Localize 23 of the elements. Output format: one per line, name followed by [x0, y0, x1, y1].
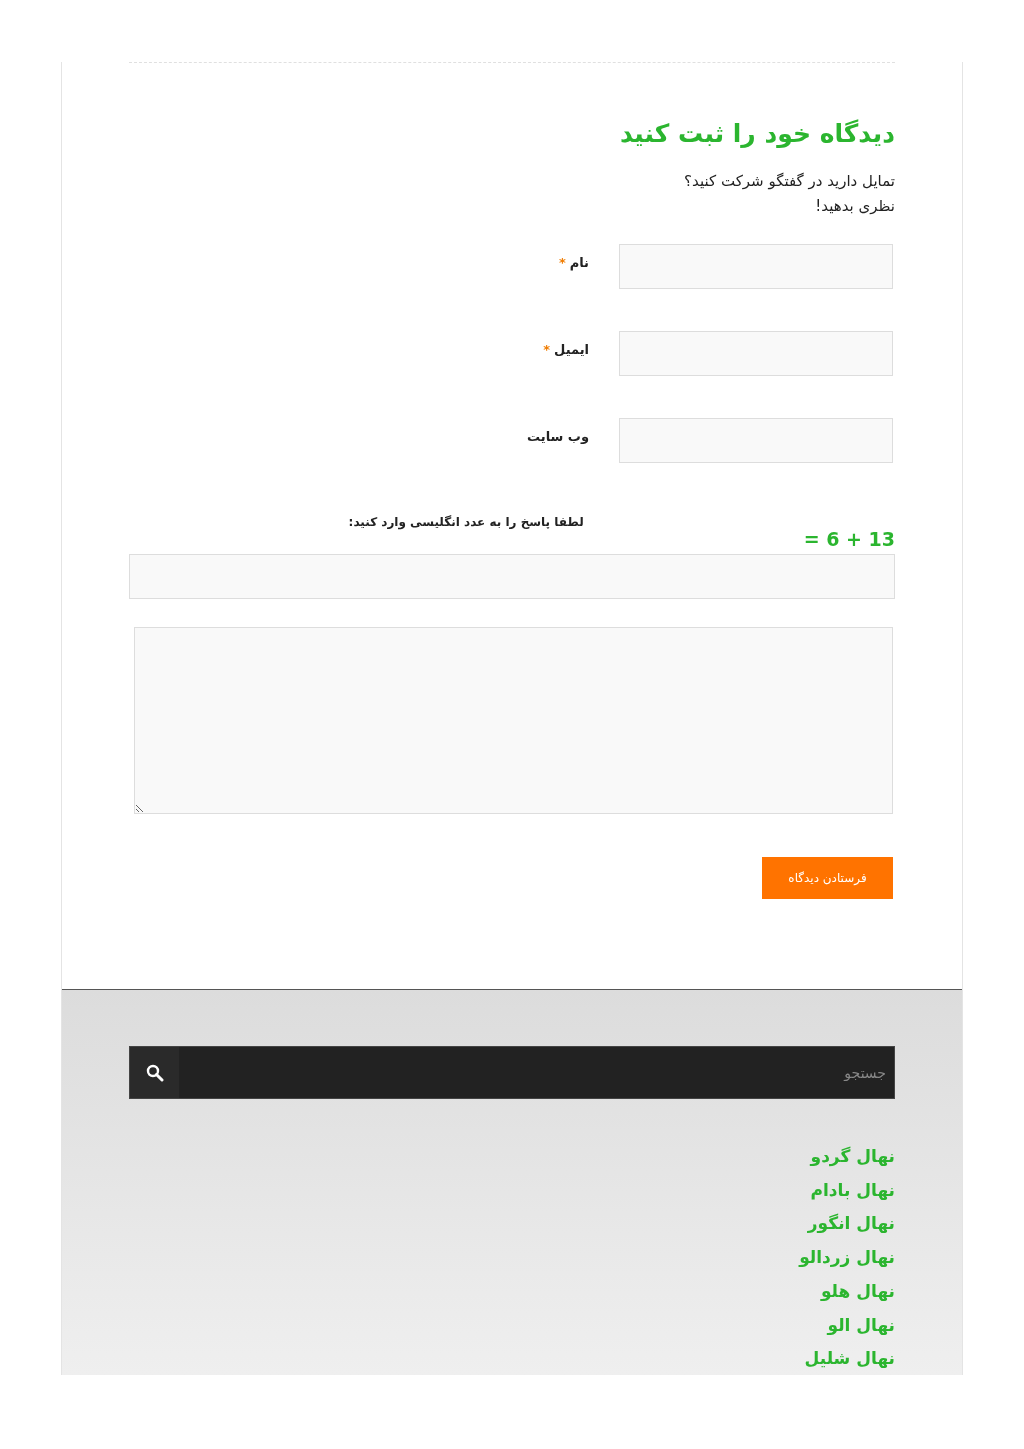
field-label: ایمیل	[554, 342, 589, 357]
intro-text: تمایل دارید در گفتگو شرکت کنید؟	[683, 171, 895, 192]
footer-link[interactable]: نهال الو	[827, 1308, 895, 1343]
intro-text: نظری بدهید!	[814, 196, 895, 217]
captcha-field[interactable]	[129, 554, 895, 599]
footer-link[interactable]: نهال گردو	[810, 1140, 895, 1174]
footer-link[interactable]: نهال انگور	[807, 1207, 895, 1242]
submit-button[interactable]: فرستادن دیدگاه	[762, 857, 893, 899]
required-mark: *	[558, 255, 566, 270]
captcha-label: لطفا پاسخ را به عدد انگلیسی وارد کنید:	[348, 515, 584, 529]
input-field[interactable]	[619, 244, 893, 289]
field-label: نام	[569, 255, 589, 270]
form-title: دیدگاه خود را ثبت کنید	[618, 118, 895, 150]
footer-link[interactable]: نهال شلیل	[804, 1342, 895, 1376]
input-field[interactable]	[619, 331, 893, 376]
footer-link[interactable]: نهال زردالو	[799, 1241, 895, 1275]
footer-link[interactable]: نهال بادام	[810, 1173, 895, 1208]
field-label: وب سایت	[527, 429, 589, 444]
required-mark: *	[543, 342, 551, 357]
footer-link[interactable]: نهال هلو	[820, 1274, 895, 1309]
comment-field[interactable]	[134, 627, 893, 814]
input-field[interactable]	[619, 418, 893, 463]
captcha-question: = 6 + 13	[803, 528, 895, 550]
